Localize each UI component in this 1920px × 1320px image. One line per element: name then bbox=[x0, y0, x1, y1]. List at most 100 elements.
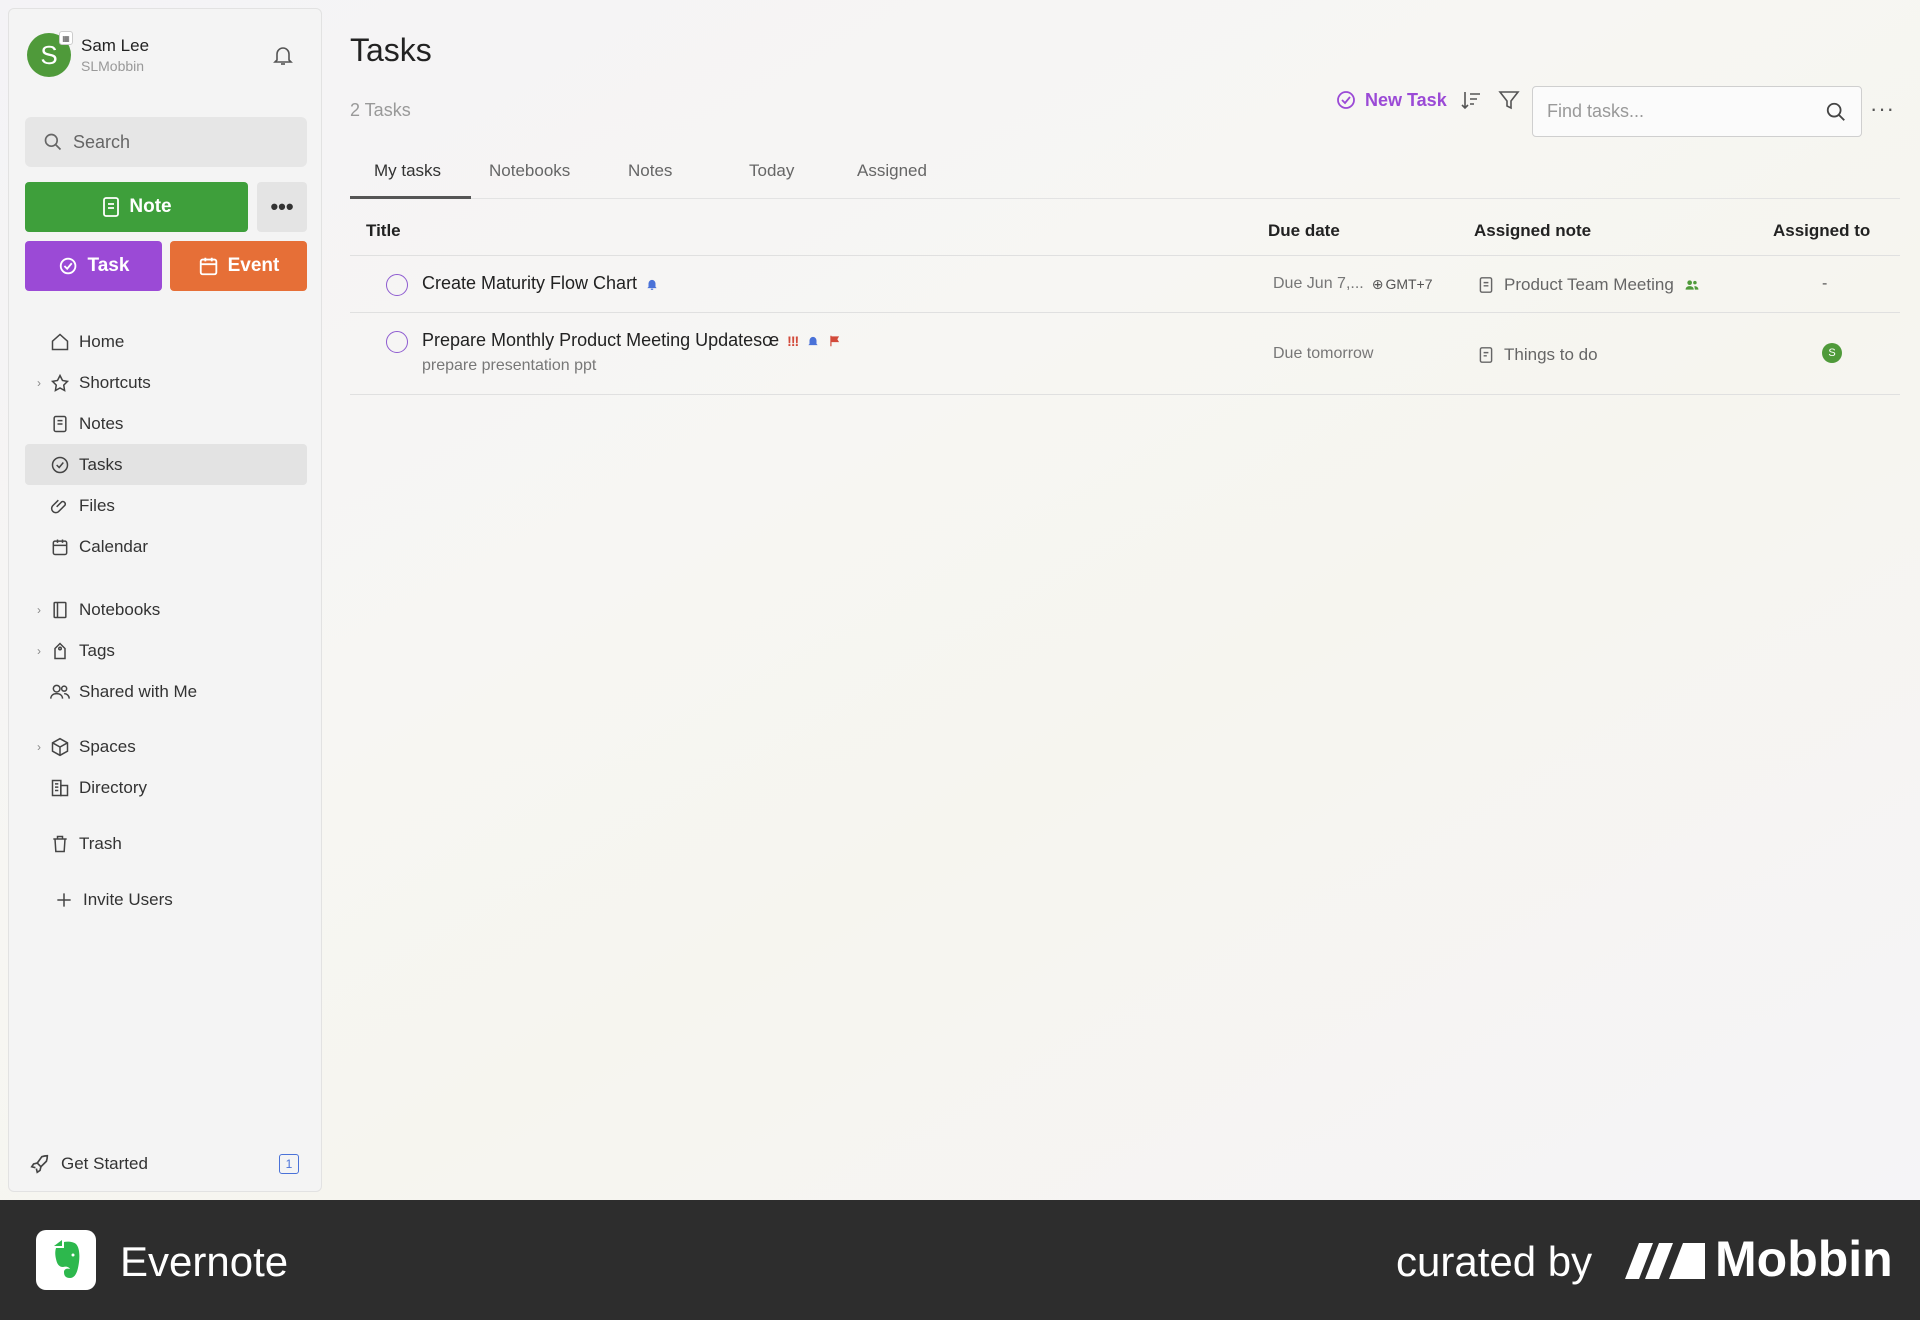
sidebar-item-trash[interactable]: Trash bbox=[25, 823, 307, 864]
sidebar-item-label: Calendar bbox=[79, 536, 148, 556]
sidebar-item-label: Trash bbox=[79, 833, 122, 853]
assigned-to-empty[interactable]: - bbox=[1822, 275, 1827, 293]
column-due-date[interactable]: Due date bbox=[1268, 221, 1340, 241]
sidebar-item-shortcuts[interactable]: › Shortcuts bbox=[25, 362, 307, 403]
timezone-text: GMT+7 bbox=[1385, 276, 1433, 292]
note-button-label: Note bbox=[129, 196, 172, 217]
search-label: Search bbox=[73, 131, 131, 152]
sidebar-item-label: Shortcuts bbox=[79, 372, 151, 392]
table-row[interactable]: Create Maturity Flow Chart Due Jun 7,...… bbox=[350, 256, 1900, 313]
task-title[interactable]: Prepare Monthly Product Meeting Updatesœ… bbox=[422, 330, 842, 351]
mobbin-wordmark: Mobbin bbox=[1715, 1231, 1893, 1287]
task-title-text: Create Maturity Flow Chart bbox=[422, 273, 638, 293]
sidebar-item-directory[interactable]: Directory bbox=[25, 767, 307, 808]
chevron-right-icon[interactable]: › bbox=[37, 603, 41, 617]
shared-users-icon bbox=[1685, 280, 1699, 290]
tab-notebooks[interactable]: Notebooks bbox=[489, 161, 570, 199]
plus-icon bbox=[53, 889, 75, 911]
footer-banner: Evernote curated by Mobbin bbox=[0, 1200, 1920, 1320]
timezone-label: ⊕ GMT+7 bbox=[1372, 276, 1433, 293]
more-create-button[interactable]: ••• bbox=[257, 182, 307, 232]
chevron-right-icon[interactable]: › bbox=[37, 376, 41, 390]
user-handle: SLMobbin bbox=[81, 58, 145, 74]
task-button-label: Task bbox=[87, 255, 130, 276]
search-icon[interactable] bbox=[1825, 101, 1847, 123]
paperclip-icon bbox=[49, 495, 71, 517]
new-task-label: New Task bbox=[1365, 89, 1447, 110]
assigned-note-link[interactable]: Product Team Meeting bbox=[1478, 275, 1700, 295]
sidebar-item-tasks[interactable]: Tasks bbox=[25, 444, 307, 485]
task-due-date[interactable]: Due Jun 7,... ⊕ GMT+7 bbox=[1273, 275, 1433, 293]
due-date-text: Due tomorrow bbox=[1273, 345, 1374, 362]
building-icon bbox=[49, 777, 71, 799]
tag-icon bbox=[49, 640, 71, 662]
tab-today[interactable]: Today bbox=[749, 161, 794, 199]
curated-by-label: curated by bbox=[1396, 1238, 1593, 1285]
new-task-toolbar-button[interactable]: New Task bbox=[1335, 88, 1447, 112]
flag-icon bbox=[830, 335, 840, 346]
event-button-label: Event bbox=[227, 255, 280, 276]
page-title: Tasks bbox=[350, 32, 432, 68]
sidebar-item-spaces[interactable]: › Spaces bbox=[25, 726, 307, 767]
task-tabs: My tasks Notebooks Notes Today Assigned bbox=[350, 155, 1900, 199]
complete-task-checkbox[interactable] bbox=[386, 274, 408, 296]
sidebar-search[interactable]: Search bbox=[25, 117, 307, 167]
avatar[interactable]: S ▦ bbox=[27, 31, 73, 77]
sidebar-item-shared[interactable]: Shared with Me bbox=[25, 671, 307, 712]
complete-task-checkbox[interactable] bbox=[386, 331, 408, 353]
task-add-icon bbox=[1337, 91, 1355, 109]
task-add-icon bbox=[59, 257, 76, 275]
sidebar-item-invite-users[interactable]: Invite Users bbox=[25, 879, 307, 920]
user-profile[interactable]: S ▦ Sam Lee SLMobbin bbox=[27, 31, 149, 77]
note-icon bbox=[49, 413, 71, 435]
calendar-add-icon bbox=[199, 257, 217, 276]
check-circle-icon bbox=[49, 454, 71, 476]
chevron-right-icon[interactable]: › bbox=[37, 740, 41, 754]
calendar-icon bbox=[49, 536, 71, 558]
tab-notes[interactable]: Notes bbox=[628, 161, 672, 199]
column-assigned-note[interactable]: Assigned note bbox=[1474, 221, 1591, 241]
avatar: S bbox=[1822, 343, 1842, 363]
assigned-note-link[interactable]: Things to do bbox=[1478, 345, 1598, 365]
tab-assigned[interactable]: Assigned bbox=[857, 161, 927, 199]
task-description: prepare presentation ppt bbox=[422, 357, 597, 374]
sidebar-item-notebooks[interactable]: › Notebooks bbox=[25, 589, 307, 630]
note-icon bbox=[103, 197, 120, 217]
find-tasks-input[interactable] bbox=[1547, 101, 1825, 122]
table-row[interactable]: Prepare Monthly Product Meeting Updatesœ… bbox=[350, 313, 1900, 395]
sidebar-item-tags[interactable]: › Tags bbox=[25, 630, 307, 671]
new-note-button[interactable]: Note bbox=[25, 182, 248, 232]
get-started-link[interactable]: Get Started 1 bbox=[25, 1149, 307, 1179]
sidebar-item-notes[interactable]: Notes bbox=[25, 403, 307, 444]
tab-my-tasks[interactable]: My tasks bbox=[374, 161, 441, 199]
sort-icon[interactable] bbox=[1457, 86, 1485, 114]
table-header: Title Due date Assigned note Assigned to bbox=[350, 199, 1900, 256]
more-options-button[interactable]: ··· bbox=[1870, 96, 1895, 122]
sidebar-item-home[interactable]: Home bbox=[25, 321, 307, 362]
reminder-bell-icon bbox=[647, 279, 657, 290]
mobbin-mark-icon bbox=[1625, 1243, 1705, 1279]
sidebar-item-calendar[interactable]: Calendar bbox=[25, 526, 307, 567]
column-title[interactable]: Title bbox=[366, 221, 401, 241]
note-icon bbox=[1479, 277, 1493, 293]
assigned-to-avatar[interactable]: S bbox=[1822, 343, 1842, 363]
sidebar-item-label: Tags bbox=[79, 640, 115, 660]
new-task-button[interactable]: Task bbox=[25, 241, 162, 291]
new-event-button[interactable]: Event bbox=[170, 241, 307, 291]
sidebar-item-label: Notes bbox=[79, 413, 124, 433]
sidebar-item-label: Spaces bbox=[79, 736, 136, 756]
chevron-right-icon[interactable]: › bbox=[37, 644, 41, 658]
evernote-logo bbox=[36, 1230, 96, 1290]
assigned-note-text: Things to do bbox=[1504, 345, 1598, 364]
sidebar-item-label: Home bbox=[79, 331, 125, 351]
trash-icon bbox=[49, 833, 71, 855]
get-started-badge: 1 bbox=[279, 1154, 299, 1174]
column-assigned-to[interactable]: Assigned to bbox=[1773, 221, 1870, 241]
sidebar-item-files[interactable]: Files bbox=[25, 485, 307, 526]
task-due-date[interactable]: Due tomorrow bbox=[1273, 345, 1373, 363]
filter-icon[interactable] bbox=[1495, 86, 1523, 114]
find-tasks-field[interactable] bbox=[1532, 86, 1862, 137]
task-title[interactable]: Create Maturity Flow Chart bbox=[422, 273, 659, 294]
sidebar-item-label: Shared with Me bbox=[79, 681, 198, 701]
bell-icon[interactable] bbox=[271, 43, 295, 67]
